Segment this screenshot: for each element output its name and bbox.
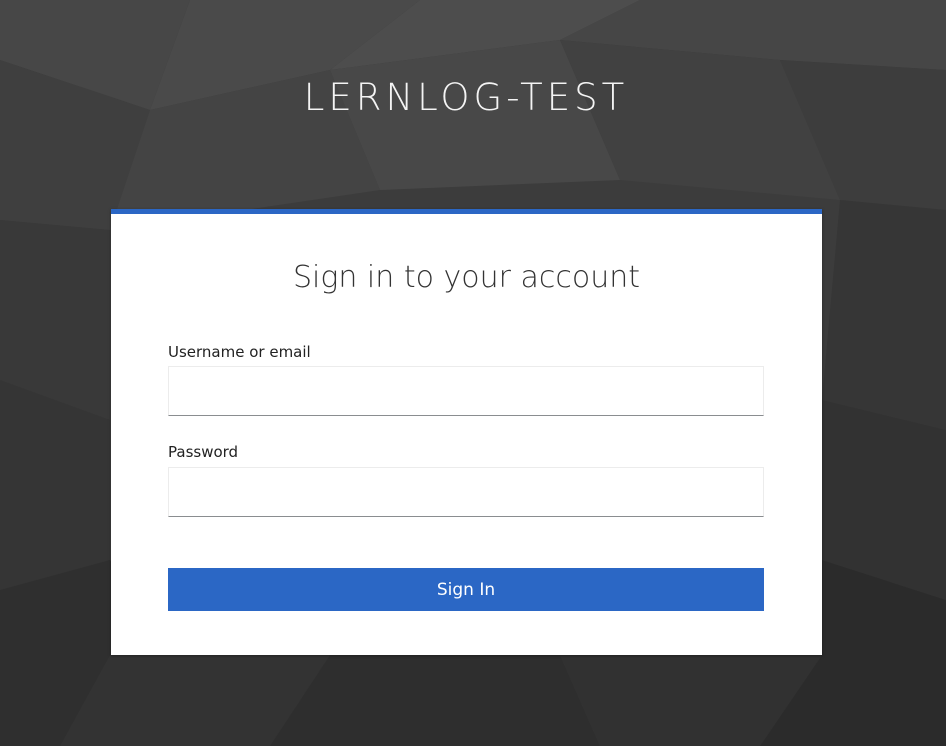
username-input[interactable] — [168, 366, 764, 416]
login-heading: Sign in to your account — [293, 260, 640, 295]
password-input[interactable] — [168, 467, 764, 517]
username-label: Username or email — [168, 343, 311, 361]
password-label: Password — [168, 443, 239, 461]
sign-in-button[interactable]: Sign In — [168, 568, 764, 611]
realm-title: LERNLOG-TEST — [303, 76, 629, 119]
login-card: Sign in to your account Username or emai… — [111, 209, 822, 655]
